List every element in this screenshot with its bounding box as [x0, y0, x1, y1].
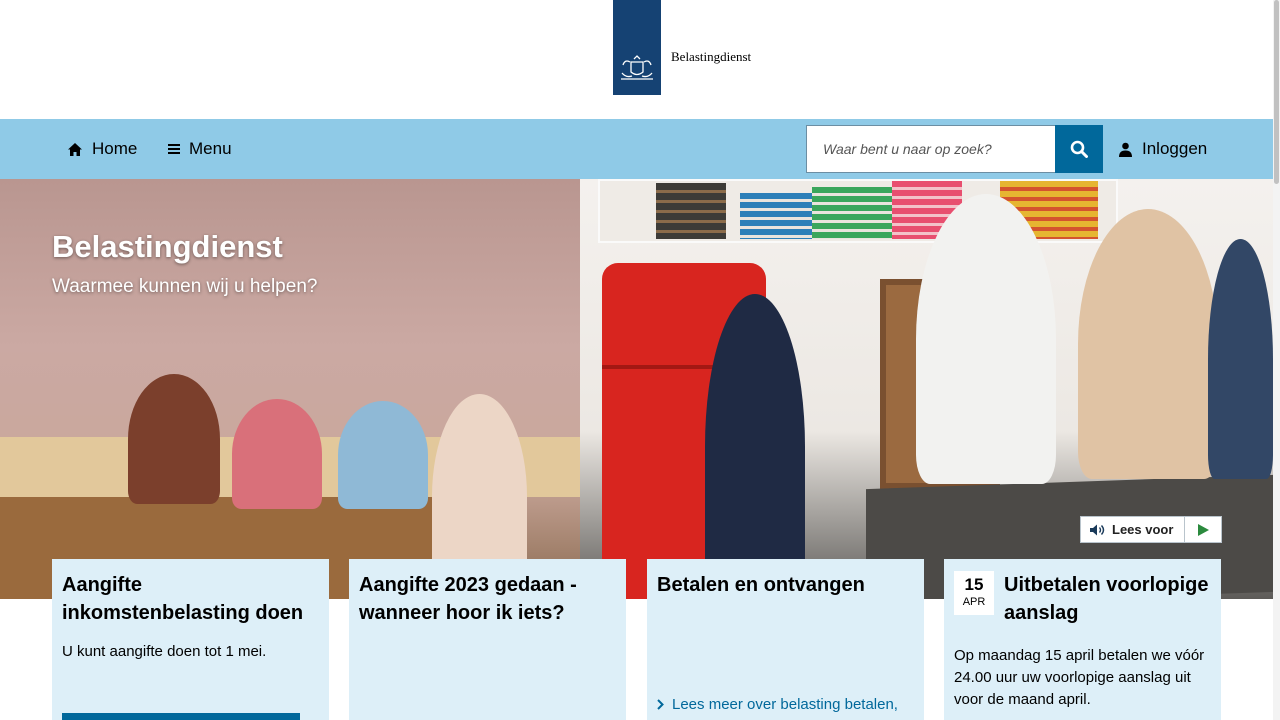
person-woman-curly: [1078, 209, 1218, 479]
chevron-right-icon: [657, 699, 664, 710]
card-aangifte-2023[interactable]: Aangifte 2023 gedaan - wanneer hoor ik i…: [349, 559, 626, 720]
nav-login[interactable]: Inloggen: [1118, 119, 1207, 179]
books-dark: [656, 183, 726, 239]
hero-subtitle: Waarmee kunnen wij u helpen?: [52, 276, 318, 297]
nav-menu-label: Menu: [189, 139, 232, 158]
card-uitbetalen[interactable]: 15 APR Uitbetalen voorlopige aanslag Op …: [944, 559, 1221, 720]
coat-of-arms-icon: [621, 55, 653, 80]
nav-login-label: Inloggen: [1142, 139, 1208, 158]
card-action-button[interactable]: [62, 713, 300, 720]
readspeaker-button[interactable]: Lees voor: [1081, 517, 1185, 542]
nav-home-label: Home: [92, 139, 138, 158]
search-button[interactable]: [1055, 125, 1103, 173]
speaker-icon: [1090, 524, 1105, 535]
nav-home[interactable]: Home: [67, 119, 137, 179]
person-woman-pitcher: [705, 294, 805, 599]
site-header: Belastingdienst: [0, 0, 1280, 119]
date-month: APR: [962, 596, 986, 608]
books-blue: [740, 193, 812, 239]
logo-emblem[interactable]: [613, 0, 661, 95]
user-icon: [1119, 142, 1132, 157]
person-man-white: [916, 194, 1056, 484]
card-betalen[interactable]: Betalen en ontvangen Lees meer over bela…: [647, 559, 924, 720]
person-grandma: [128, 374, 220, 504]
date-day: 15: [964, 575, 984, 594]
card-title[interactable]: Aangifte inkomstenbelasting doen: [62, 571, 319, 627]
date-badge: 15 APR: [954, 571, 994, 615]
home-icon: [68, 142, 82, 156]
card-link[interactable]: Lees meer over belasting betalen,: [657, 696, 898, 713]
card-text: U kunt aangifte doen tot 1 mei.: [62, 643, 267, 660]
books-green: [812, 187, 892, 239]
card-title[interactable]: Uitbetalen voorlopige aanslag: [1004, 571, 1211, 627]
card-aangifte[interactable]: Aangifte inkomstenbelasting doen U kunt …: [52, 559, 329, 720]
nav-menu[interactable]: Menu: [168, 119, 232, 179]
card-title[interactable]: Betalen en ontvangen: [657, 571, 914, 599]
card-text: Op maandag 15 april betalen we vóór 24.0…: [954, 647, 1205, 708]
card-title[interactable]: Aangifte 2023 gedaan - wanneer hoor ik i…: [359, 571, 616, 627]
person-boy: [232, 399, 322, 509]
person-girl: [338, 401, 428, 509]
scrollbar-thumb[interactable]: [1274, 0, 1279, 184]
search-input[interactable]: [823, 141, 1043, 157]
logo-text[interactable]: Belastingdienst: [671, 49, 751, 65]
search-field: [806, 125, 1055, 173]
search-icon: [1070, 140, 1088, 158]
card-link-text[interactable]: Lees meer over belasting betalen,: [672, 696, 898, 713]
readspeaker-play-button[interactable]: [1185, 517, 1221, 542]
hamburger-icon: [168, 144, 180, 154]
play-icon: [1198, 523, 1209, 536]
readspeaker-widget: Lees voor: [1080, 516, 1222, 543]
readspeaker-label: Lees voor: [1112, 522, 1174, 537]
hero-title: Belastingdienst: [52, 229, 283, 264]
person-man-beard: [1208, 239, 1273, 479]
